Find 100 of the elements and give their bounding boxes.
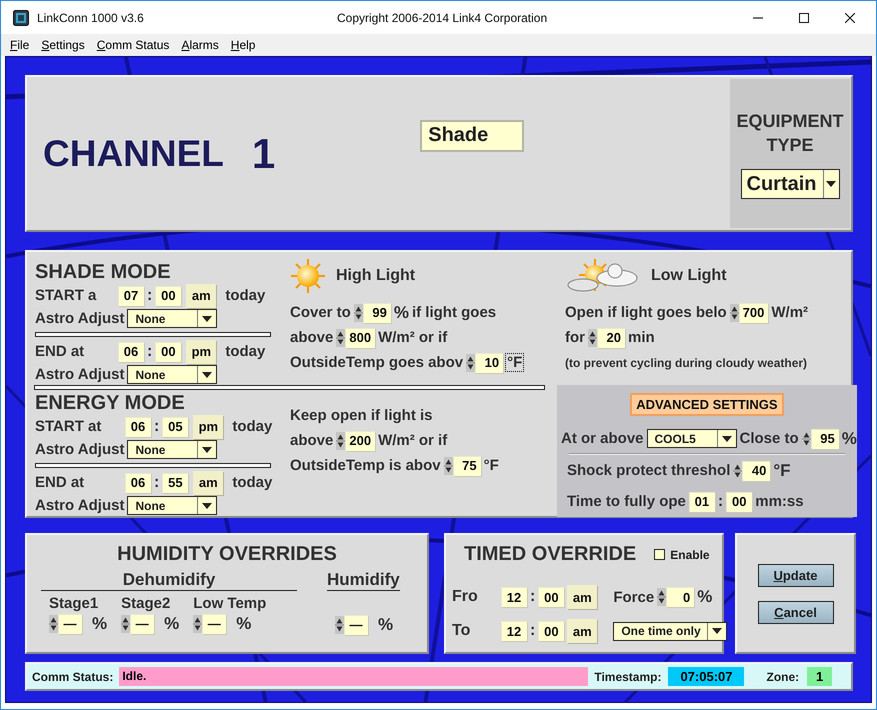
time-field[interactable]: 00 (155, 342, 182, 362)
advanced-settings-button[interactable]: ADVANCED SETTINGS (630, 393, 784, 416)
am-pm-button[interactable]: am (186, 284, 216, 308)
spin-arrows-icon[interactable] (354, 304, 363, 322)
time-field[interactable]: 06 (118, 342, 144, 362)
caret-icon (202, 316, 212, 322)
spin-arrows-icon[interactable] (730, 304, 739, 322)
action-button[interactable]: Cancel (758, 600, 834, 624)
number-field[interactable]: 99 (362, 302, 391, 322)
label-text: Shock protect threshol (567, 462, 730, 479)
time-field[interactable]: 12 (501, 621, 527, 641)
close-icon[interactable] (845, 12, 855, 22)
time-field[interactable]: 01 (688, 492, 715, 512)
am-pm-button[interactable]: am (567, 619, 598, 643)
number-field[interactable]: 20 (597, 328, 625, 348)
window-caption: Copyright 2006-2014 Link4 Corporation (337, 10, 548, 24)
dropdown[interactable]: One time only (613, 622, 727, 640)
time-field[interactable]: 00 (538, 587, 564, 607)
checkbox-label: Enable (670, 548, 710, 562)
spin-arrows-icon[interactable] (336, 328, 346, 346)
spin-arrows-icon[interactable] (657, 588, 666, 606)
dropdown[interactable]: None (127, 440, 218, 459)
number-field[interactable]: 800 (345, 328, 376, 348)
equipment-type-label: EQUIPMENT TYPE (735, 110, 844, 157)
time-field[interactable]: 00 (155, 286, 182, 306)
menu-item[interactable]: File (10, 38, 30, 52)
channel-name-field[interactable]: Shade (420, 120, 524, 152)
caret-icon (826, 181, 836, 187)
label-text: min (628, 329, 655, 346)
status-field: Idle. (119, 667, 588, 686)
spin-arrows-icon[interactable] (335, 616, 344, 634)
time-field[interactable]: 07 (118, 286, 144, 306)
number-field[interactable]: 10 (475, 352, 504, 372)
label-text: W/m² or if (378, 432, 448, 449)
number-field[interactable]: — (58, 614, 82, 634)
field-label: Astro Adjust (35, 310, 124, 327)
time-field[interactable]: 05 (162, 416, 188, 436)
action-button[interactable]: Update (758, 564, 834, 586)
equipment-type-dropdown[interactable]: Curtain (740, 169, 840, 199)
am-pm-button[interactable]: am (193, 470, 224, 494)
sun-icon (290, 258, 326, 294)
number-field[interactable]: 40 (742, 460, 770, 480)
field-label: To (452, 622, 472, 640)
spin-arrows-icon[interactable] (733, 462, 742, 480)
menu-item[interactable]: Settings (41, 38, 85, 52)
field-label: Fro (452, 588, 479, 606)
unit-text: % (842, 428, 857, 448)
number-field[interactable]: 200 (345, 430, 376, 450)
unit-text: % (236, 614, 252, 634)
am-pm-button[interactable]: pm (193, 414, 224, 438)
number-field[interactable]: 0 (666, 587, 694, 607)
caret-icon (202, 502, 212, 508)
time-field[interactable]: 00 (538, 621, 564, 641)
label-text: mm:ss (755, 493, 804, 510)
section-heading: High Light (336, 267, 416, 285)
section-heading: Low Light (651, 267, 727, 285)
time-separator: : (530, 588, 536, 606)
time-field[interactable]: 12 (501, 587, 527, 607)
am-pm-button[interactable]: am (567, 585, 598, 609)
unit-text: % (92, 614, 108, 634)
spin-arrows-icon[interactable] (336, 432, 346, 450)
spin-arrows-icon[interactable] (466, 354, 476, 372)
menu-item[interactable]: Alarms (181, 38, 219, 52)
number-field[interactable]: 95 (810, 428, 839, 448)
section-title: SHADE MODE (35, 260, 172, 284)
status-label: Comm Status: (32, 670, 114, 684)
spin-arrows-icon[interactable] (444, 456, 453, 474)
time-separator: : (154, 474, 160, 492)
maximize-icon[interactable] (799, 12, 809, 22)
time-separator: : (147, 342, 152, 360)
number-field[interactable]: — (344, 614, 368, 634)
dropdown[interactable]: None (127, 309, 218, 328)
label-text: today (232, 418, 272, 435)
label-text: W/m² (771, 304, 808, 321)
number-field[interactable]: 75 (452, 456, 481, 476)
time-field[interactable]: 06 (125, 472, 151, 492)
time-field[interactable]: 00 (726, 492, 752, 512)
number-field[interactable]: — (130, 614, 154, 634)
menu-item[interactable]: Comm Status (96, 38, 170, 52)
number-field[interactable]: — (202, 614, 226, 634)
time-field[interactable]: 06 (125, 416, 151, 436)
enable-checkbox[interactable] (654, 549, 666, 560)
number-field[interactable]: 700 (738, 302, 768, 322)
label-text: OutsideTemp goes abov (290, 354, 464, 371)
field-label: Astro Adjust (35, 497, 124, 514)
caret-icon (712, 628, 722, 634)
dropdown[interactable]: COOL5 (646, 429, 737, 448)
dropdown[interactable]: None (127, 365, 218, 384)
time-field[interactable]: 55 (162, 472, 188, 492)
dropdown[interactable]: None (127, 496, 218, 515)
zone-label: Zone: (766, 670, 800, 684)
menu-item[interactable]: Help (230, 38, 256, 52)
spin-arrows-icon[interactable] (588, 328, 597, 346)
spin-arrows-icon[interactable] (193, 614, 202, 632)
am-pm-button[interactable]: pm (186, 340, 216, 364)
label-text: today (225, 287, 266, 304)
spin-arrows-icon[interactable] (49, 614, 58, 632)
unit-text: % (378, 614, 394, 634)
spin-arrows-icon[interactable] (121, 614, 130, 632)
label-text: for (565, 329, 585, 346)
